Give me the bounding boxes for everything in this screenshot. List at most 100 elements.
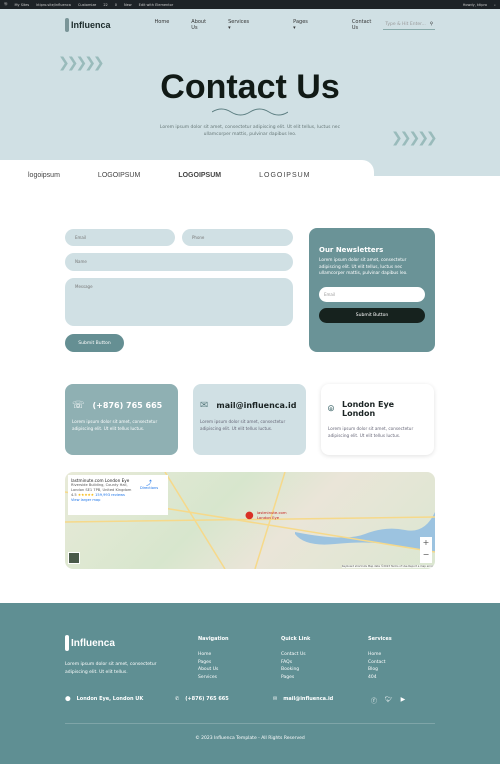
footer-col-title: Navigation xyxy=(198,636,229,642)
map-attribution: Keyboard shortcuts Map data ©2023 Terms … xyxy=(341,565,433,568)
nav-about[interactable]: About Us xyxy=(191,19,206,31)
footer-link[interactable]: Pages xyxy=(281,674,310,682)
newsletter-box: Our Newsletters Lorem ipsum dolor sit am… xyxy=(309,228,435,352)
facebook-icon[interactable]: ⓕ xyxy=(371,696,377,705)
zoom-in-button[interactable]: + xyxy=(420,537,432,549)
nav-contact[interactable]: Contact Us xyxy=(352,19,371,31)
email-card-title: mail@influenca.id xyxy=(216,401,297,410)
map-address: Riverside Building, County Hall, London … xyxy=(71,483,132,492)
location-card-text: Lorem ipsum dolor sit amet, consectetur … xyxy=(328,426,414,438)
phone-field[interactable]: Phone xyxy=(182,229,293,246)
footer-link[interactable]: Home xyxy=(198,651,229,659)
newsletter-text: Lorem ipsum dolor sit amet, consectetur … xyxy=(319,258,408,276)
search-placeholder: Type & Hit Enter... xyxy=(385,22,426,27)
admin-howdy[interactable]: Howdy, ktipro xyxy=(463,3,487,7)
zoom-out-button[interactable]: − xyxy=(420,549,432,561)
partner-logo: LOGOIPSUM xyxy=(97,171,141,179)
footer-link[interactable]: About Us xyxy=(198,666,229,674)
message-field[interactable]: Message xyxy=(65,278,293,326)
partner-logos: logoipsum LOGOIPSUM LOGOIPSUM LOGOIPSUM xyxy=(0,160,374,190)
email-card-text: Lorem ipsum dolor sit amet, consectetur … xyxy=(200,419,286,431)
footer-text: Lorem ipsum dolor sit amet, consectetur … xyxy=(65,662,157,675)
newsletter-email-field[interactable]: Email xyxy=(319,286,425,302)
hero-subtitle: Lorem ipsum dolor sit amet, consectetur … xyxy=(159,125,341,137)
admin-site[interactable]: ktipro.site/influenca xyxy=(36,3,71,7)
partner-logo: LOGOIPSUM xyxy=(259,171,311,179)
footer-email-text[interactable]: mail@influenca.id xyxy=(283,696,333,702)
map-embed[interactable]: lastminute.com London Eye Riverside Buil… xyxy=(65,472,435,569)
footer-logo[interactable]: Influenca xyxy=(65,635,115,651)
map-zoom-controls: + − xyxy=(420,537,432,563)
footer-link[interactable]: Booking xyxy=(281,666,310,674)
name-field[interactable]: Name xyxy=(65,253,293,271)
chevrons-decoration: ❯❯❯❯❯ xyxy=(391,130,438,146)
newsletter-title: Our Newsletters xyxy=(319,246,384,254)
submit-button[interactable]: Submit Button xyxy=(65,334,124,352)
mail-icon: ✉ xyxy=(200,400,209,411)
brand-logo[interactable]: Influenca xyxy=(65,18,111,32)
admin-search-icon[interactable]: ⌕ xyxy=(494,3,496,7)
rating-stars: ★★★★★ xyxy=(77,493,94,497)
footer-col-title: Quick Link xyxy=(281,636,311,642)
admin-comments[interactable]: 0 xyxy=(115,3,117,7)
email-card: ✉ mail@influenca.id Lorem ipsum dolor sit… xyxy=(193,384,306,455)
footer-link[interactable]: Home xyxy=(368,651,392,659)
footer-col-services: Services Home Contact Blog 404 xyxy=(368,636,392,682)
main-nav: Influenca Home About Us Services ▾ Pages… xyxy=(65,13,435,37)
footer-brand: Influenca xyxy=(71,637,115,649)
footer-col-quick-link: Quick Link Contact Us FAQs Booking Pages xyxy=(281,636,310,682)
phone-icon: ✆ xyxy=(175,696,180,702)
logo-icon xyxy=(65,18,69,32)
rating-value: 4.5 xyxy=(71,493,77,497)
phone-icon: ☏ xyxy=(72,400,85,411)
footer-email: ✉ mail@influenca.id xyxy=(273,696,333,702)
nav-pages-label: Pages xyxy=(293,19,308,25)
footer-col-title: Services xyxy=(368,636,392,642)
location-card-title: London Eye London xyxy=(342,400,395,418)
admin-new[interactable]: New xyxy=(124,3,132,7)
twitter-icon[interactable]: 🐦︎ xyxy=(385,696,393,705)
nav-services[interactable]: Services ▾ xyxy=(228,19,271,31)
footer-phone-text: (+876) 765 665 xyxy=(185,696,229,702)
email-field[interactable]: Email xyxy=(65,229,175,246)
admin-bar: Ⓦ My Sites ktipro.site/influenca Customi… xyxy=(0,0,500,9)
footer-address-text: London Eye, London UK xyxy=(76,696,144,702)
wordpress-icon[interactable]: Ⓦ xyxy=(4,2,8,7)
footer-divider xyxy=(65,723,435,724)
admin-elementor[interactable]: Edit with Elementor xyxy=(139,3,174,7)
footer-address: ⬤ London Eye, London UK xyxy=(65,696,143,702)
footer-link[interactable]: Blog xyxy=(368,666,392,674)
partner-logo: logoipsum xyxy=(28,171,60,179)
location-card: ⌾ London Eye London Lorem ipsum dolor sit… xyxy=(321,384,434,455)
nav-home[interactable]: Home xyxy=(155,19,170,31)
map-pin-icon[interactable]: ● xyxy=(245,510,254,521)
reviews-link[interactable]: 159,993 reviews xyxy=(95,493,125,497)
admin-customize[interactable]: Customize xyxy=(78,3,96,7)
admin-my-sites[interactable]: My Sites xyxy=(15,3,30,7)
footer-link[interactable]: Contact xyxy=(368,659,392,667)
nav-pages[interactable]: Pages ▾ xyxy=(293,19,330,31)
nav-services-label: Services xyxy=(228,19,250,25)
footer-col-navigation: Navigation Home Pages About Us Services xyxy=(198,636,229,682)
directions-label: Directions xyxy=(140,486,159,490)
footer-link[interactable]: Contact Us xyxy=(281,651,310,659)
copyright: © 2023 Influenca Template - All Rights R… xyxy=(195,736,305,741)
location-icon: ⬤ xyxy=(65,696,71,702)
newsletter-submit-button[interactable]: Submit Button xyxy=(319,307,425,323)
footer-link[interactable]: Pages xyxy=(198,659,229,667)
logo-icon xyxy=(65,635,69,651)
satellite-toggle[interactable] xyxy=(68,552,80,564)
search-input[interactable]: Type & Hit Enter... ⚲ xyxy=(383,20,435,30)
mail-icon: ✉ xyxy=(273,696,278,702)
youtube-icon[interactable]: ▶ xyxy=(401,696,406,705)
footer-link[interactable]: 404 xyxy=(368,674,392,682)
footer-link[interactable]: Services xyxy=(198,674,229,682)
footer-link[interactable]: FAQs xyxy=(281,659,310,667)
partner-logo: LOGOIPSUM xyxy=(178,171,222,179)
phone-card-text: Lorem ipsum dolor sit amet, consectetur … xyxy=(72,419,158,431)
location-icon: ⌾ xyxy=(328,403,334,415)
admin-updates[interactable]: 22 xyxy=(103,3,107,7)
search-icon[interactable]: ⚲ xyxy=(430,22,433,27)
directions-button[interactable]: ⤴ Directions xyxy=(140,481,158,491)
view-larger-map-link[interactable]: View larger map xyxy=(71,498,165,503)
